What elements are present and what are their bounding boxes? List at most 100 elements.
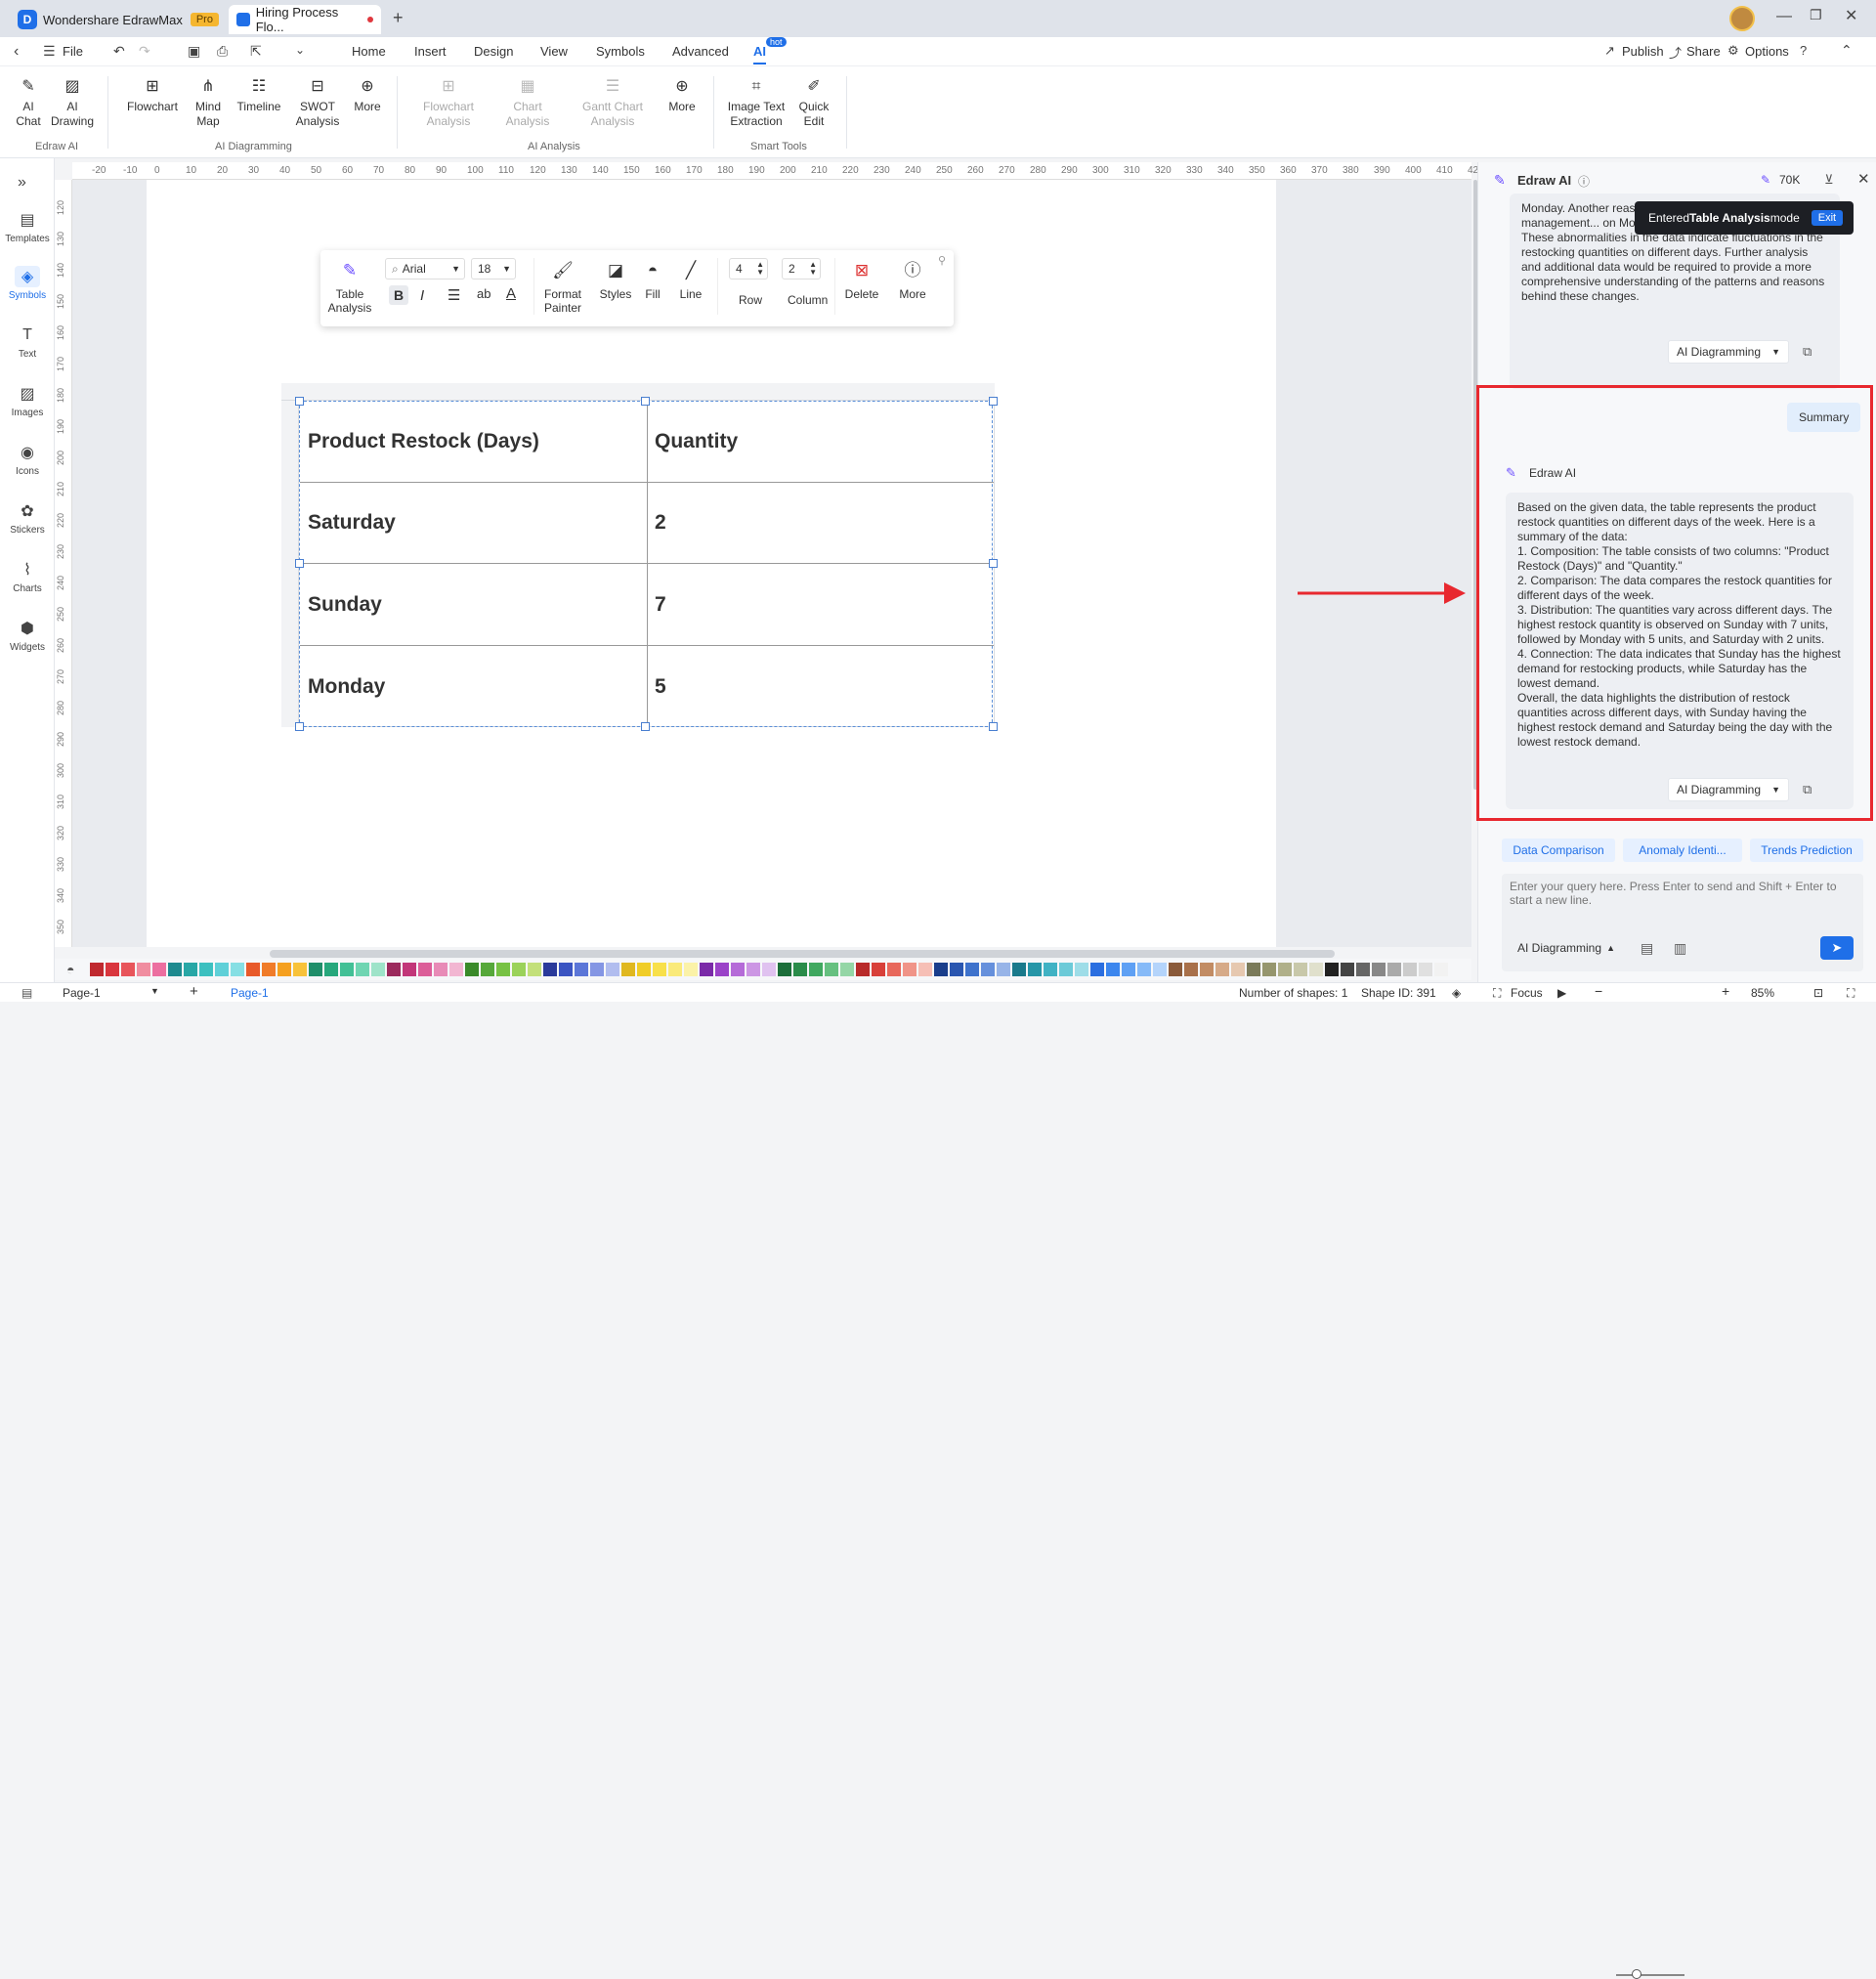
color-swatch[interactable]: [1075, 963, 1088, 976]
zoom-in-icon[interactable]: +: [1722, 983, 1729, 999]
color-swatch[interactable]: [121, 963, 135, 976]
back-icon[interactable]: ‹: [14, 43, 19, 61]
color-swatch[interactable]: [449, 963, 463, 976]
color-swatch[interactable]: [778, 963, 791, 976]
color-swatch[interactable]: [590, 963, 604, 976]
row-stepper[interactable]: 4 ▲ ▼: [729, 258, 768, 280]
color-swatch[interactable]: [184, 963, 197, 976]
color-swatch[interactable]: [1012, 963, 1026, 976]
color-swatch[interactable]: [559, 963, 573, 976]
page-tab[interactable]: Page-1: [231, 986, 269, 1000]
color-swatch[interactable]: [1153, 963, 1167, 976]
color-swatch[interactable]: [231, 963, 244, 976]
color-swatch[interactable]: [1231, 963, 1245, 976]
table-cell[interactable]: 7: [647, 564, 994, 645]
color-swatch[interactable]: [965, 963, 979, 976]
color-swatch[interactable]: [1419, 963, 1432, 976]
color-swatch[interactable]: [246, 963, 260, 976]
new-tab-icon[interactable]: +: [393, 8, 404, 28]
gantt-analysis-button[interactable]: ☰ Gantt Chart Analysis: [582, 76, 643, 129]
color-swatch[interactable]: [543, 963, 557, 976]
color-swatch[interactable]: [90, 963, 104, 976]
play-icon[interactable]: ▶: [1557, 986, 1566, 1000]
options-button[interactable]: Options: [1745, 44, 1789, 59]
collapse-ribbon-icon[interactable]: ⌃: [1841, 42, 1853, 59]
app-tab[interactable]: D Wondershare EdrawMax Pro: [10, 5, 227, 34]
font-family-select[interactable]: ⌕ Arial ▼: [385, 258, 465, 280]
color-swatch[interactable]: [700, 963, 713, 976]
table-header-cell[interactable]: Quantity: [647, 402, 994, 482]
sidebar-item-widgets[interactable]: ⬢ Widgets: [0, 618, 55, 653]
color-swatch[interactable]: [1325, 963, 1339, 976]
color-swatch[interactable]: [293, 963, 307, 976]
query-input[interactable]: [1510, 880, 1857, 923]
format-painter-button[interactable]: 🖌 Format Painter: [541, 260, 584, 315]
color-swatch[interactable]: [1294, 963, 1307, 976]
publish-button[interactable]: Publish: [1622, 44, 1664, 59]
color-swatch[interactable]: [606, 963, 619, 976]
restore-icon[interactable]: ❐: [1810, 7, 1822, 23]
data-table[interactable]: Product Restock (Days) Quantity Saturday…: [299, 401, 994, 728]
sidebar-item-icons[interactable]: ◉ Icons: [0, 442, 55, 477]
color-swatch[interactable]: [793, 963, 807, 976]
color-swatch[interactable]: [262, 963, 276, 976]
font-size-select[interactable]: 18 ▼: [471, 258, 516, 280]
color-swatch[interactable]: [1215, 963, 1229, 976]
font-color-icon[interactable]: A: [506, 285, 516, 302]
color-swatch[interactable]: [1309, 963, 1323, 976]
color-swatch[interactable]: [1044, 963, 1057, 976]
resize-handle[interactable]: [295, 722, 304, 731]
delete-button[interactable]: ⊠ Delete: [844, 260, 879, 301]
quick-access-dropdown-icon[interactable]: ⌄: [295, 43, 305, 57]
help-icon[interactable]: ⓘ: [1578, 173, 1590, 190]
chip-anomaly-identification[interactable]: Anomaly Identi...: [1623, 839, 1742, 862]
resize-handle[interactable]: [989, 559, 998, 568]
color-swatch[interactable]: [215, 963, 229, 976]
column-stepper[interactable]: 2 ▲ ▼: [782, 258, 821, 280]
color-swatch[interactable]: [668, 963, 682, 976]
more-diagramming-button[interactable]: ⊕ More: [352, 76, 383, 114]
sidebar-item-symbols[interactable]: ◈ Symbols: [0, 266, 55, 301]
color-swatch[interactable]: [840, 963, 854, 976]
fullscreen-icon[interactable]: ⛶: [1847, 986, 1855, 1001]
document-tab[interactable]: Hiring Process Flo...: [229, 5, 381, 34]
color-swatch[interactable]: [168, 963, 182, 976]
color-swatch[interactable]: [1028, 963, 1042, 976]
strikethrough-icon[interactable]: ab: [477, 286, 490, 301]
sidebar-item-charts[interactable]: ⌇ Charts: [0, 559, 55, 594]
sidebar-item-text[interactable]: T Text: [0, 324, 55, 360]
save-icon[interactable]: ▣: [188, 43, 200, 60]
sidebar-item-images[interactable]: ▨ Images: [0, 383, 55, 418]
color-swatch[interactable]: [1372, 963, 1386, 976]
color-swatch[interactable]: [1434, 963, 1448, 976]
color-swatch[interactable]: [356, 963, 369, 976]
fill-button[interactable]: ◓ Fill: [641, 260, 664, 301]
quick-edit-button[interactable]: ✐ Quick Edit: [797, 76, 831, 129]
color-swatch[interactable]: [324, 963, 338, 976]
color-swatch[interactable]: [918, 963, 932, 976]
resize-handle[interactable]: [989, 722, 998, 731]
color-swatch[interactable]: [825, 963, 838, 976]
pin-icon[interactable]: ⚲: [938, 254, 946, 267]
sidebar-item-stickers[interactable]: ✿ Stickers: [0, 500, 55, 536]
color-swatch[interactable]: [1090, 963, 1104, 976]
color-swatch[interactable]: [496, 963, 510, 976]
ai-drawing-button[interactable]: ▨ AI Drawing: [49, 76, 96, 129]
color-swatch[interactable]: [199, 963, 213, 976]
bold-icon[interactable]: B: [389, 285, 408, 305]
page-select[interactable]: Page-1: [63, 986, 101, 1000]
color-swatch[interactable]: [809, 963, 823, 976]
color-swatch[interactable]: [1356, 963, 1370, 976]
page-panel-icon[interactable]: ▤: [21, 986, 32, 1000]
fill-bucket-icon[interactable]: ◓: [66, 962, 74, 977]
italic-icon[interactable]: I: [420, 287, 424, 304]
zoom-out-icon[interactable]: −: [1595, 983, 1602, 999]
close-window-icon[interactable]: ✕: [1845, 6, 1857, 25]
attach-image-icon[interactable]: ▤: [1641, 940, 1653, 957]
bottom-dropdown[interactable]: AI Diagramming ▲: [1510, 936, 1623, 960]
menu-view[interactable]: View: [540, 44, 568, 59]
color-swatch[interactable]: [746, 963, 760, 976]
color-swatch[interactable]: [934, 963, 948, 976]
fit-page-icon[interactable]: ⊡: [1813, 986, 1823, 1000]
more-button[interactable]: ⓘ More: [897, 260, 928, 301]
